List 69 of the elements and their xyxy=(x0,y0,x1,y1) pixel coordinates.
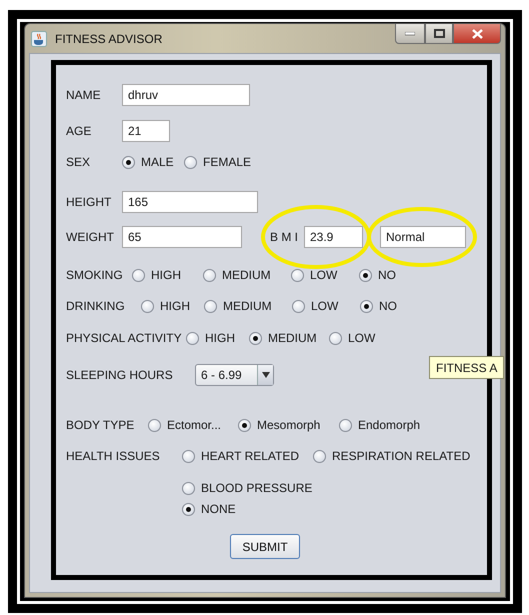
window-title: FITNESS ADVISOR xyxy=(55,32,162,46)
radio-button[interactable] xyxy=(359,268,372,282)
radio-label: NO xyxy=(378,268,396,282)
radio-button[interactable] xyxy=(184,156,197,168)
maximize-button[interactable] xyxy=(425,24,453,44)
radio-button[interactable] xyxy=(292,300,305,312)
close-button[interactable] xyxy=(453,24,501,44)
radio-button[interactable] xyxy=(238,418,251,432)
text-field[interactable]: Normal xyxy=(380,226,466,248)
tooltip: FITNESS A xyxy=(429,356,504,379)
radio-button[interactable] xyxy=(141,300,154,312)
text-field[interactable]: dhruv xyxy=(122,84,250,106)
radio-button[interactable] xyxy=(182,502,195,516)
radio-label: MEDIUM xyxy=(223,299,272,313)
close-icon xyxy=(472,28,482,38)
radio-label: RESPIRATION RELATED xyxy=(332,449,470,463)
radio-button[interactable] xyxy=(122,156,135,168)
radio-label: HIGH xyxy=(160,299,190,313)
radio-label: HIGH xyxy=(205,331,235,345)
text-field[interactable]: 23.9 xyxy=(304,226,363,248)
field-label: HEALTH ISSUES xyxy=(66,449,161,463)
field-label: DRINKING xyxy=(66,299,126,313)
sleeping-hours-dropdown[interactable]: 6 - 6.99 xyxy=(195,364,274,386)
field-label: WEIGHT xyxy=(66,230,115,244)
radio-label: MEDIUM xyxy=(268,331,317,345)
radio-label: NO xyxy=(379,299,397,313)
field-label: SLEEPING HOURS xyxy=(66,368,174,382)
caret-icon xyxy=(262,372,270,378)
radio-button[interactable] xyxy=(291,268,304,282)
radio-button[interactable] xyxy=(132,268,145,282)
radio-button[interactable] xyxy=(204,300,217,312)
field-label: SMOKING xyxy=(66,268,124,282)
radio-button[interactable] xyxy=(339,418,352,432)
radio-label: MALE xyxy=(141,155,174,169)
radio-button[interactable] xyxy=(182,482,195,494)
radio-label: Endomorph xyxy=(358,418,420,432)
radio-label: LOW xyxy=(348,331,376,345)
radio-label: FEMALE xyxy=(203,155,252,169)
radio-label: LOW xyxy=(311,299,338,313)
radio-button[interactable] xyxy=(313,450,326,462)
radio-button[interactable] xyxy=(148,418,161,432)
field-label: SEX xyxy=(66,155,92,169)
field-label: AGE xyxy=(66,124,92,138)
radio-label: LOW xyxy=(310,268,338,282)
maximize-icon xyxy=(434,29,444,38)
text-field[interactable]: 65 xyxy=(122,226,242,248)
radio-button[interactable] xyxy=(182,450,195,462)
radio-button[interactable] xyxy=(360,300,373,312)
radio-label: MEDIUM xyxy=(222,268,271,282)
field-label: PHYSICAL ACTIVITY xyxy=(66,331,183,345)
radio-label: BLOOD PRESSURE xyxy=(201,481,312,495)
minimize-icon xyxy=(405,32,415,36)
text-field[interactable]: 165 xyxy=(122,191,258,213)
radio-button[interactable] xyxy=(203,268,216,282)
radio-label: Mesomorph xyxy=(257,418,320,432)
radio-button[interactable] xyxy=(249,332,262,344)
field-label: B M I xyxy=(270,230,300,244)
radio-button[interactable] xyxy=(329,332,342,344)
field-label: NAME xyxy=(66,88,102,102)
submit-button[interactable]: SUBMIT xyxy=(230,534,300,559)
radio-button[interactable] xyxy=(186,332,199,344)
radio-label: HIGH xyxy=(151,268,181,282)
field-label: HEIGHT xyxy=(66,195,112,209)
minimize-button[interactable] xyxy=(395,24,425,44)
radio-label: Ectomor... xyxy=(167,418,222,432)
radio-label: NONE xyxy=(201,502,236,516)
field-label: BODY TYPE xyxy=(66,418,136,432)
text-field[interactable]: 21 xyxy=(122,120,170,142)
radio-label: HEART RELATED xyxy=(201,449,300,463)
